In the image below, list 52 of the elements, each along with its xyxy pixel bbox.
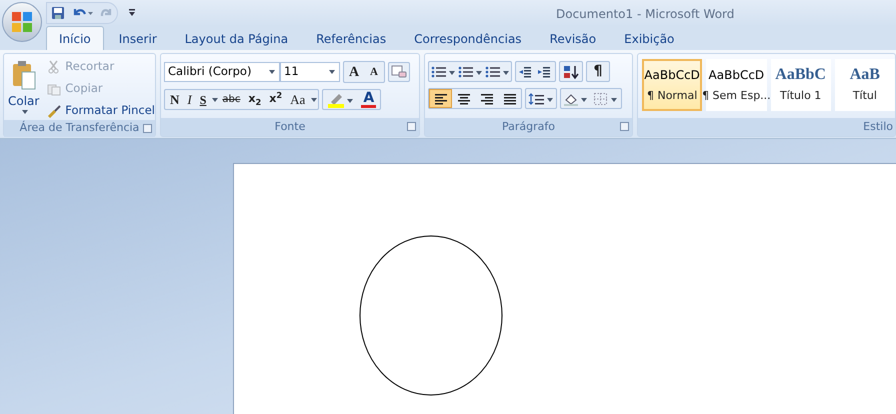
group-title: Fonte (274, 118, 306, 135)
style-swatch[interactable]: AaB Títul (834, 59, 895, 111)
caret-icon (269, 70, 275, 74)
paste-button[interactable]: Colar (6, 56, 42, 118)
dialog-launcher-icon[interactable] (407, 122, 416, 131)
style-swatch[interactable]: AaBbCcD ¶ Normal (642, 59, 702, 111)
alignment-icon (480, 92, 494, 106)
ribbon-tab[interactable]: Layout da Página (172, 28, 302, 50)
group-title: Estilo (863, 118, 893, 135)
grow-font-button[interactable]: A (344, 62, 364, 82)
alignment-icon (456, 92, 470, 106)
font-size-field[interactable]: 11 (280, 62, 340, 82)
caret-icon (329, 70, 335, 74)
office-logo (10, 10, 34, 34)
clipboard-icon (10, 60, 37, 90)
ribbon-tab[interactable]: Início (46, 26, 104, 50)
group-title: Parágrafo (502, 118, 555, 135)
ribbon-tab[interactable]: Inserir (106, 28, 170, 50)
italic-button[interactable]: I (183, 90, 196, 109)
font-name-field[interactable]: Calibri (Corpo) (164, 62, 280, 82)
ribbon-tab[interactable]: Exibição (611, 28, 688, 50)
strikethrough-button[interactable]: abc (218, 90, 244, 109)
alignment-icon (434, 92, 448, 106)
customize-caret-icon[interactable] (128, 8, 136, 18)
show-formatting-button[interactable]: ¶ (586, 61, 610, 82)
style-swatch[interactable]: AaBbC Título 1 (770, 59, 831, 111)
change-case-button[interactable]: Aa (286, 90, 310, 109)
scissors-icon (47, 60, 62, 74)
ribbon-tab[interactable]: Correspondências (401, 28, 535, 50)
subscript-button[interactable]: x$_{2}$ (244, 90, 266, 109)
caret-icon (22, 110, 28, 114)
copy-icon (47, 82, 62, 96)
clipboard-button[interactable]: Formatar Pincel (47, 101, 155, 120)
shrink-font-button[interactable]: A (364, 62, 384, 82)
bold-button[interactable]: N (166, 90, 184, 109)
ribbon-tab[interactable]: Revisão (536, 28, 610, 50)
font-color-button[interactable]: A (359, 90, 378, 109)
alignment-icon (502, 92, 516, 106)
ribbon-tab[interactable]: Referências (303, 28, 400, 50)
sort-icon[interactable] (559, 61, 583, 82)
superscript-button[interactable]: x$^{2}$ (265, 90, 286, 109)
align-left-button[interactable] (429, 89, 452, 108)
dialog-launcher-icon[interactable] (143, 124, 152, 133)
office-button[interactable] (2, 2, 42, 42)
dialog-launcher-icon[interactable] (620, 122, 629, 131)
window-title: Documento1 - Microsoft Word (556, 6, 734, 23)
group-title: Área de Transferência (20, 120, 140, 136)
line-spacing-icon[interactable] (525, 88, 557, 109)
clear-format-icon[interactable] (388, 62, 410, 82)
brush-icon (47, 104, 62, 118)
underline-button[interactable]: S (196, 90, 210, 109)
save-icon[interactable] (51, 6, 65, 20)
